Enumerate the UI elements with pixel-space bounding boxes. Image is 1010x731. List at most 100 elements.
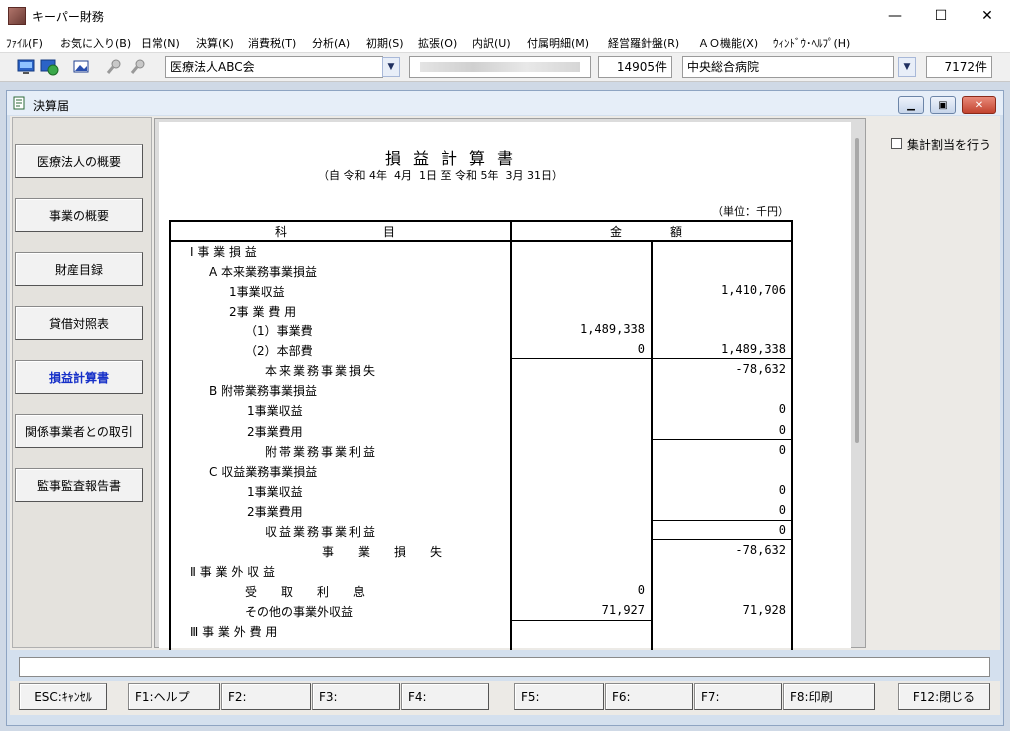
image-icon[interactable]	[71, 57, 91, 77]
header-rule	[169, 240, 793, 242]
f7-button[interactable]: F7:	[694, 683, 782, 710]
row-label: （2）本部費	[245, 344, 313, 358]
monitor-icon[interactable]	[16, 57, 36, 77]
client-select[interactable]: 中央総合病院	[682, 56, 894, 78]
magnifier-icon[interactable]	[104, 57, 124, 77]
menu-consumption-tax[interactable]: 消費税(T)	[248, 35, 296, 51]
menu-attached-details[interactable]: 付属明細(M)	[527, 35, 589, 51]
row-outer-amount: 0	[778, 402, 786, 416]
row-label: B 附帯業務事業損益	[209, 384, 318, 398]
row-inner-amount: 0	[637, 583, 645, 597]
nav-medical-corp-overview[interactable]: 医療法人の概要	[15, 144, 143, 178]
row-label: 受 取 利 息	[245, 585, 366, 599]
menu-breakdown[interactable]: 内訳(U)	[472, 35, 511, 51]
vertical-scrollbar[interactable]	[855, 138, 859, 443]
row-label: C 収益業務事業損益	[209, 465, 318, 479]
f8-print-button[interactable]: F8:印刷	[783, 683, 875, 710]
row-outer-amount: 0	[778, 503, 786, 517]
row-label: 1事業収益	[247, 485, 303, 499]
nav-related-party-transactions[interactable]: 関係事業者との取引	[15, 414, 143, 448]
status-bar	[19, 657, 990, 677]
statement-title: 損益計算書	[385, 149, 526, 168]
row-label: 1事業収益	[247, 404, 303, 418]
client-count: 7172件	[926, 56, 992, 78]
title-bar	[0, 0, 1010, 32]
column-divider-amount	[651, 240, 653, 650]
row-outer-amount: 0	[778, 423, 786, 437]
header-item: 科 目	[275, 225, 396, 239]
allocation-checkbox-label: 集計割当を行う	[907, 138, 992, 152]
row-label: 附帯業務事業利益	[265, 445, 378, 459]
row-label: 2事業費用	[247, 505, 303, 519]
magnifier-alt-icon[interactable]	[128, 57, 148, 77]
company-dropdown-icon[interactable]: ▼	[382, 57, 400, 77]
header-amount: 金 額	[610, 225, 683, 239]
subtotal-rule-1	[510, 358, 652, 359]
menu-initial[interactable]: 初期(S)	[366, 35, 404, 51]
f3-button[interactable]: F3:	[312, 683, 400, 710]
child-restore-button[interactable]: ▣	[930, 96, 956, 114]
app-title: キーパー財務	[32, 10, 104, 24]
child-close-button[interactable]: ✕	[962, 96, 996, 114]
row-label: 1事業収益	[229, 285, 285, 299]
menu-compass[interactable]: 経営羅針盤(R)	[608, 35, 679, 51]
row-label: 収益業務事業利益	[265, 525, 378, 539]
nav-income-statement[interactable]: 損益計算書	[15, 360, 143, 394]
row-label: 事 業 損 失	[322, 545, 443, 559]
menu-ao[interactable]: ＡＯ機能(X)	[698, 35, 758, 51]
row-label: 2事 業 費 用	[229, 305, 297, 319]
row-outer-amount: 71,928	[742, 603, 786, 617]
row-label: 2事業費用	[247, 425, 303, 439]
maximize-button[interactable]: ☐	[918, 0, 964, 32]
subtotal-rule-3	[651, 439, 793, 440]
f6-button[interactable]: F6:	[605, 683, 693, 710]
subtotal-rule-4	[651, 520, 793, 521]
blurred-field	[409, 56, 591, 78]
menu-extend[interactable]: 拡張(O)	[418, 35, 457, 51]
row-outer-amount: 0	[778, 483, 786, 497]
row-label: その他の事業外収益	[245, 605, 354, 619]
row-outer-amount: -78,632	[735, 543, 786, 557]
subtotal-rule-2	[651, 358, 793, 359]
subtotal-rule-5	[651, 539, 793, 540]
row-inner-amount: 1,489,338	[579, 322, 645, 336]
company-select[interactable]: 医療法人ABC会	[165, 56, 383, 78]
f1-help-button[interactable]: F1:ヘルプ	[128, 683, 220, 710]
row-outer-amount: 0	[778, 443, 786, 457]
f5-button[interactable]: F5:	[514, 683, 604, 710]
nav-balance-sheet[interactable]: 貸借対照表	[15, 306, 143, 340]
menu-file[interactable]: ﾌｧｲﾙ(F)	[6, 35, 43, 51]
child-minimize-button[interactable]: ▁	[898, 96, 924, 114]
statement-period: （自 令和 4年 4月 1日 至 令和 5年 3月 31日）	[318, 169, 563, 182]
f4-button[interactable]: F4:	[401, 683, 489, 710]
row-label: （1）事業費	[245, 324, 313, 338]
document-icon	[13, 96, 27, 110]
esc-cancel-button[interactable]: ESC:ｷｬﾝｾﾙ	[19, 683, 107, 710]
minimize-button[interactable]: —	[872, 0, 918, 32]
f2-button[interactable]: F2:	[221, 683, 311, 710]
menu-analysis[interactable]: 分析(A)	[312, 35, 350, 51]
row-outer-amount: 0	[778, 523, 786, 537]
row-label: Ⅲ 事 業 外 費 用	[190, 625, 278, 639]
menu-window-help[interactable]: ｳｨﾝﾄﾞｳ･ﾍﾙﾌﾟ(H)	[773, 35, 850, 51]
refresh-icon[interactable]	[39, 57, 59, 77]
close-button[interactable]: ✕	[964, 0, 1010, 32]
row-outer-amount: -78,632	[735, 362, 786, 376]
nav-business-overview[interactable]: 事業の概要	[15, 198, 143, 232]
nav-audit-report[interactable]: 監事監査報告書	[15, 468, 143, 502]
statement-unit: （単位：千円）	[712, 205, 789, 218]
menu-favorites[interactable]: お気に入り(B)	[60, 35, 131, 51]
f12-close-button[interactable]: F12:閉じる	[898, 683, 990, 710]
subtotal-rule-6	[510, 620, 652, 621]
row-inner-amount: 71,927	[601, 603, 645, 617]
row-outer-amount: 1,489,338	[720, 342, 786, 356]
row-label: Ⅰ 事 業 損 益	[190, 245, 257, 259]
menu-daily[interactable]: 日常(N)	[141, 35, 180, 51]
row-label: A 本来業務事業損益	[209, 265, 318, 279]
nav-property-inventory[interactable]: 財産目録	[15, 252, 143, 286]
allocation-checkbox[interactable]	[891, 138, 902, 149]
company-count: 14905件	[598, 56, 672, 78]
client-dropdown-icon[interactable]: ▼	[898, 57, 916, 77]
row-inner-amount: 0	[637, 342, 645, 356]
menu-settlement[interactable]: 決算(K)	[196, 35, 234, 51]
